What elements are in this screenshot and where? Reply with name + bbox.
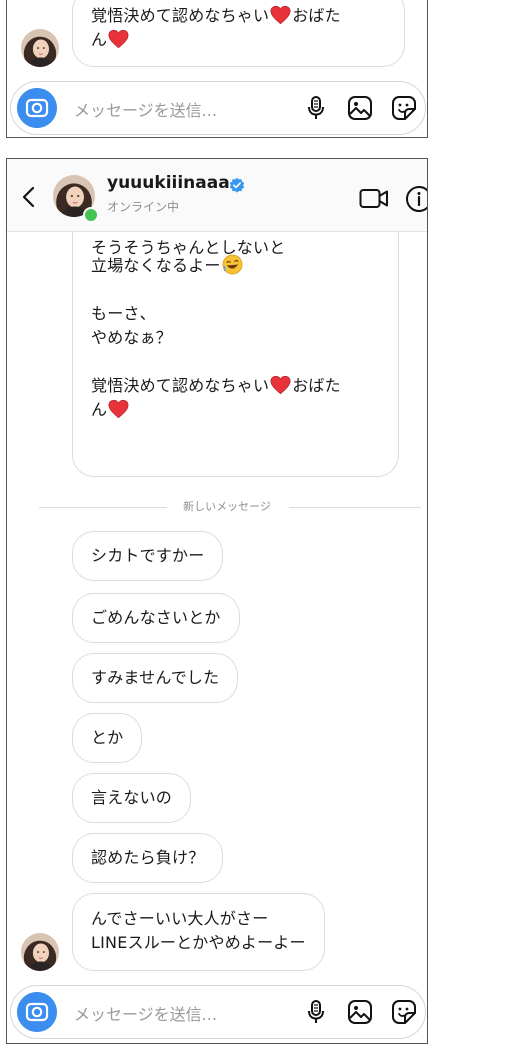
message-text: シカトですかー	[91, 546, 205, 565]
message-input[interactable]: メッセージを送信...	[74, 1001, 217, 1025]
heart-emoji-icon	[270, 375, 291, 395]
message-bubble: ごめんなさいとか	[72, 593, 240, 643]
message-text: おばた	[292, 6, 341, 25]
microphone-icon[interactable]	[303, 95, 329, 121]
info-icon[interactable]	[405, 185, 428, 213]
message-input[interactable]: メッセージを送信...	[74, 97, 217, 121]
chevron-left-icon[interactable]	[19, 185, 39, 209]
online-status-dot	[83, 207, 99, 223]
message-bubble: シカトですかー	[72, 531, 224, 581]
heart-emoji-icon	[108, 29, 129, 49]
message-bubble: んでさーいい大人がさー LINEスルーとかやめよーよー	[72, 893, 325, 971]
message-bubble: 認めたら負け？	[72, 833, 224, 883]
gallery-icon[interactable]	[347, 999, 373, 1025]
heart-emoji-icon	[108, 399, 129, 419]
camera-icon[interactable]	[17, 992, 57, 1032]
new-messages-divider: 新しいメッセージ	[183, 500, 271, 513]
message-text: すみませんでした	[91, 668, 220, 687]
heart-emoji-icon	[270, 5, 291, 25]
chat-header: yuuukiiinaaa オンライン中	[7, 159, 427, 232]
message-text: 覚悟決めて認めなちゃい	[91, 376, 270, 395]
verified-badge-icon	[229, 177, 245, 193]
sticker-icon[interactable]	[391, 95, 417, 121]
previous-chat-fragment: 覚悟決めて認めなちゃい おばた ん メッセージを送信...	[6, 0, 428, 138]
gallery-icon[interactable]	[347, 95, 373, 121]
divider-line-right	[289, 507, 421, 508]
sender-avatar	[21, 933, 59, 971]
message-text: もーさ、	[91, 304, 156, 323]
message-text: とか	[91, 728, 124, 747]
message-text: 覚悟決めて認めなちゃい	[91, 6, 270, 25]
sender-avatar	[21, 29, 59, 67]
message-text: 言えないの	[91, 788, 173, 807]
username[interactable]: yuuukiiinaaa	[107, 173, 230, 193]
message-bubble: とか	[72, 713, 143, 763]
message-composer[interactable]: メッセージを送信...	[10, 985, 426, 1039]
divider-line-left	[39, 507, 167, 508]
message-text: やめなぁ？	[91, 328, 173, 347]
message-bubble: すみませんでした	[72, 653, 239, 703]
chat-screen: yuuukiiinaaa オンライン中 そうそうちゃんとしないと 立場なくなるよ…	[6, 158, 428, 1044]
microphone-icon[interactable]	[303, 999, 329, 1025]
online-status-text: オンライン中	[107, 200, 180, 214]
message-bubble: 言えないの	[72, 773, 192, 823]
message-text: ん	[91, 400, 108, 419]
message-text: ごめんなさいとか	[91, 608, 221, 627]
video-camera-icon[interactable]	[359, 187, 391, 211]
message-text: おばた	[292, 376, 341, 395]
message-text: ん	[91, 30, 108, 49]
sticker-icon[interactable]	[391, 999, 417, 1025]
message-text: 認めたら負け？	[91, 848, 205, 867]
message-text: んでさーいい大人がさー	[91, 909, 269, 928]
message-composer[interactable]: メッセージを送信...	[10, 81, 426, 135]
message-text-cut: そうそうちゃんとしないと	[91, 238, 286, 257]
camera-icon[interactable]	[17, 88, 57, 128]
message-text: LINEスルーとかやめよーよー	[91, 933, 306, 952]
message-bubble-partial: 覚悟決めて認めなちゃい おばた ん	[72, 0, 405, 67]
